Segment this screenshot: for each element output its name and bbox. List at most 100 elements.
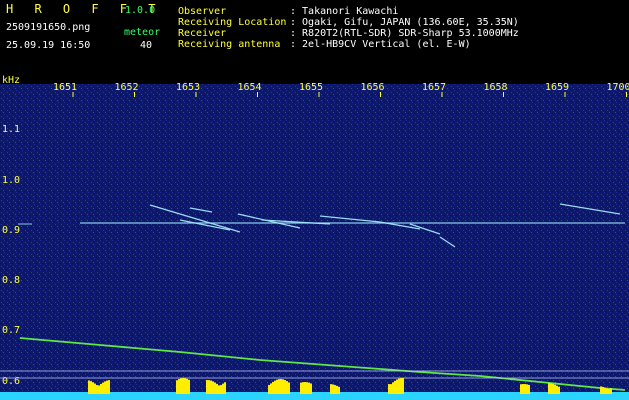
level-burst-bar xyxy=(338,386,340,394)
x-tick-label: 1656 xyxy=(360,82,384,93)
level-burst-bar xyxy=(276,379,278,394)
level-burst-bar xyxy=(184,378,186,394)
level-burst-bar xyxy=(104,381,106,394)
level-burst-bar xyxy=(208,380,210,394)
level-burst-bar xyxy=(398,378,400,394)
level-burst-bar xyxy=(610,388,612,394)
level-burst-bar xyxy=(176,380,178,394)
x-tick-label: 1654 xyxy=(237,82,261,93)
level-burst-bar xyxy=(306,382,308,394)
y-tick-label: 1.1 xyxy=(2,124,20,135)
level-burst-bar xyxy=(222,383,224,394)
y-tick-label: 0.8 xyxy=(2,275,20,286)
filename-label: 2509191650.png xyxy=(6,22,91,33)
level-burst-bar xyxy=(218,385,220,394)
y-tick-label: 1.0 xyxy=(2,175,20,186)
x-tick-label: 1658 xyxy=(483,82,507,93)
level-burst-bar xyxy=(278,379,280,394)
level-burst-bar xyxy=(330,384,332,394)
level-burst-bar xyxy=(332,384,334,394)
level-burst-bar xyxy=(522,384,524,394)
level-burst-bar xyxy=(108,380,110,394)
level-burst-bar xyxy=(558,386,560,394)
level-burst-bar xyxy=(94,383,96,394)
level-burst-bar xyxy=(220,385,222,394)
level-burst-bar xyxy=(210,380,212,394)
level-burst-bar xyxy=(526,384,528,394)
station-value-observer: : Takanori Kawachi xyxy=(290,6,399,17)
level-burst-bar xyxy=(400,378,402,394)
level-burst-bar xyxy=(608,388,610,394)
level-burst-bar xyxy=(106,380,108,394)
x-tick-label: 1657 xyxy=(422,82,446,93)
level-burst-bar xyxy=(310,383,312,394)
level-burst-bar xyxy=(304,382,306,394)
level-burst-bar xyxy=(98,385,100,394)
header-panel: H R O F F T 1.0.0 2509191650.png meteor … xyxy=(0,0,629,72)
x-tick-label: 1653 xyxy=(176,82,200,93)
level-burst-bar xyxy=(206,380,208,394)
level-burst-bar xyxy=(102,382,104,394)
level-burst-bar xyxy=(600,386,602,394)
level-burst-bar xyxy=(606,388,608,394)
meteor-label: meteor xyxy=(124,27,161,38)
level-burst-bar xyxy=(224,382,226,394)
level-burst-bar xyxy=(548,383,550,394)
level-burst-bar xyxy=(92,382,94,394)
level-burst-bar xyxy=(394,380,396,394)
level-burst-bar xyxy=(528,384,530,394)
x-tick-label: 1651 xyxy=(53,82,77,93)
level-burst-bar xyxy=(334,385,336,394)
level-burst-bar xyxy=(270,383,272,394)
level-burst-bar xyxy=(182,378,184,394)
level-burst-bar xyxy=(302,382,304,394)
level-burst-bar xyxy=(88,380,90,394)
station-label-observer: Observer xyxy=(178,6,227,17)
level-burst-bar xyxy=(524,384,526,394)
level-burst-bar xyxy=(272,381,274,394)
level-burst-bar xyxy=(188,379,190,394)
y-tick-label: 0.7 xyxy=(2,325,20,336)
level-burst-bar xyxy=(554,384,556,394)
y-tick-label: 0.9 xyxy=(2,225,20,236)
level-burst-bar xyxy=(214,382,216,394)
level-burst-bar xyxy=(178,379,180,394)
level-burst-bar xyxy=(520,384,522,394)
level-burst-bar xyxy=(274,380,276,394)
station-label-antenna: Receiving antenna xyxy=(178,39,281,50)
level-burst-bar xyxy=(90,381,92,394)
datetime-label: 25.09.19 16:50 xyxy=(6,40,91,51)
level-burst-bar xyxy=(602,386,604,394)
station-label-location: Receiving Location xyxy=(178,17,287,28)
level-burst-bar xyxy=(186,378,188,394)
level-burst-bar xyxy=(308,382,310,394)
level-burst-bar xyxy=(396,379,398,394)
level-burst-bar xyxy=(300,382,302,394)
level-burst-bar xyxy=(284,380,286,394)
y-axis-unit: kHz xyxy=(2,75,20,86)
level-burst-bar xyxy=(282,379,284,394)
level-burst-bar xyxy=(100,383,102,394)
level-burst-bar xyxy=(392,382,394,394)
x-tick-label: 1652 xyxy=(114,82,138,93)
level-burst-bar xyxy=(550,383,552,394)
level-burst-bar xyxy=(268,385,270,394)
x-tick-label: 1659 xyxy=(545,82,569,93)
level-burst-bar xyxy=(180,378,182,394)
spectrogram-background xyxy=(0,84,629,400)
level-burst-bar xyxy=(280,379,282,394)
station-label-receiver: Receiver xyxy=(178,28,227,39)
app-version: 1.0.0 xyxy=(125,5,156,16)
level-burst-bar xyxy=(552,383,554,394)
level-burst-bar xyxy=(286,381,288,394)
station-value-receiver: : R820T2(RTL-SDR) SDR-Sharp 53.1000MHz xyxy=(290,28,519,39)
level-burst-bar xyxy=(216,383,218,394)
level-burst-bar xyxy=(556,385,558,394)
level-burst-bar xyxy=(212,381,214,394)
spectrogram-plot: kHz 1651 1652 1653 1654 1655 1656 1657 1658 1659… xyxy=(0,75,629,400)
level-burst-bar xyxy=(336,385,338,394)
level-burst-bar xyxy=(604,387,606,394)
level-burst-bar xyxy=(388,384,390,394)
level-burst-bar xyxy=(288,382,290,394)
meteor-count: 40 xyxy=(140,40,153,51)
